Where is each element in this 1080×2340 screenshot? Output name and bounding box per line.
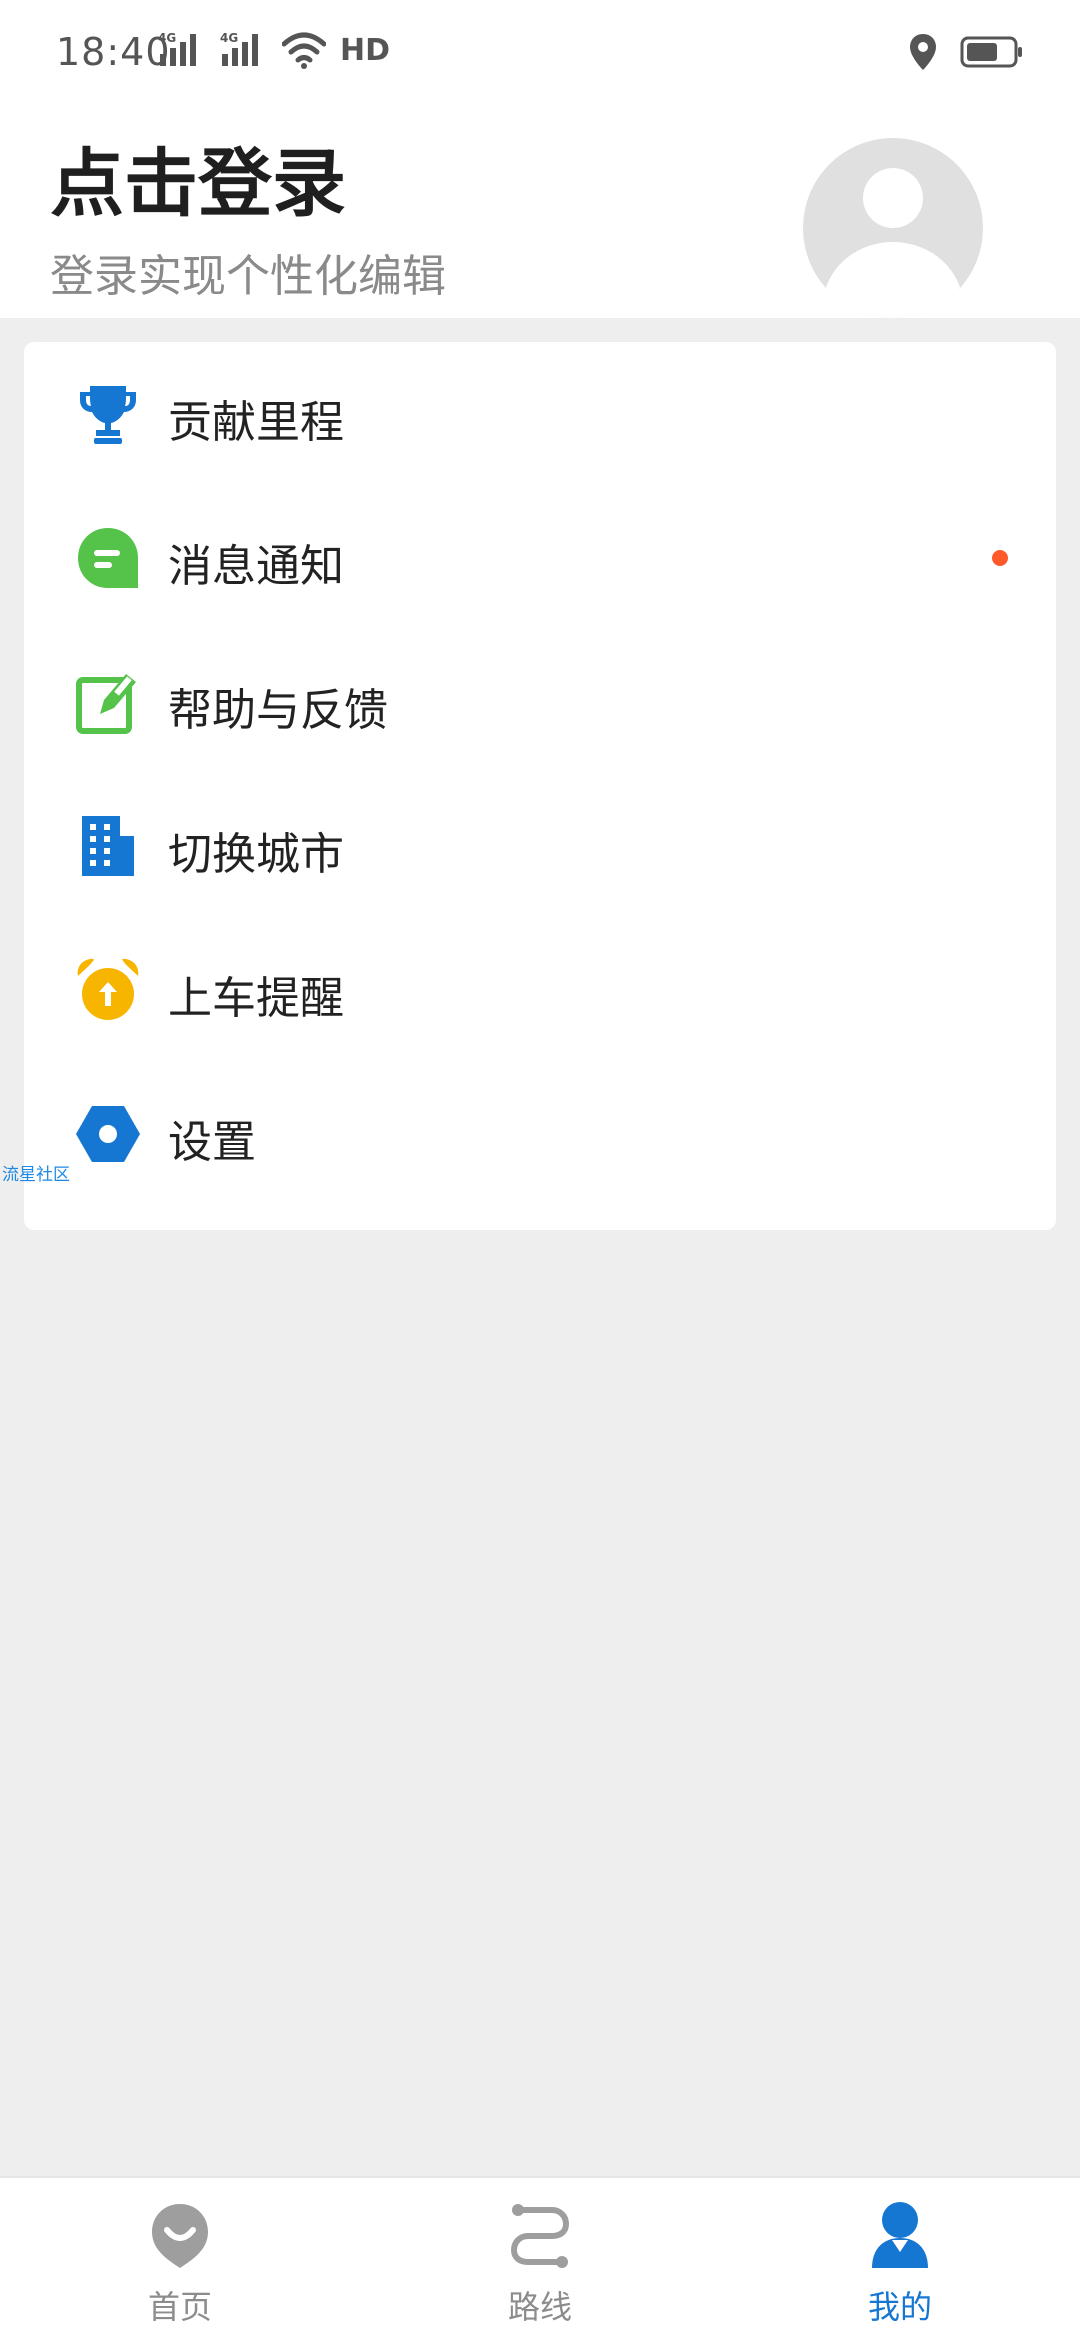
home-face-icon (152, 2204, 208, 2268)
location-icon (910, 34, 936, 70)
status-left-icons: 4G 4G HD (158, 30, 390, 70)
hd-label: HD (340, 32, 391, 68)
settings-hex-icon (76, 1106, 140, 1162)
status-bar: 18:40 4G 4G HD (0, 0, 1080, 108)
menu-card: 贡献里程 消息通知 帮助与反馈 切换城市 上车提醒 设置 (24, 342, 1056, 1230)
avatar[interactable] (803, 138, 983, 318)
menu-item-label: 贡献里程 (168, 397, 344, 448)
screen: 18:40 4G 4G HD 点击登录 登录实现个性化编辑 贡献里程 消息通知 … (0, 0, 1080, 2340)
menu-item-boarding-reminder[interactable]: 上车提醒 (24, 918, 1056, 1062)
trophy-icon (80, 386, 136, 444)
menu-item-label: 设置 (168, 1117, 256, 1168)
menu-item-contribution[interactable]: 贡献里程 (24, 342, 1056, 486)
building-icon (82, 816, 134, 876)
menu-item-label: 消息通知 (168, 541, 344, 592)
bottom-nav: 首页 路线 我的 (0, 2176, 1080, 2340)
tab-label: 路线 (507, 2288, 572, 2326)
login-header[interactable]: 点击登录 登录实现个性化编辑 (0, 108, 1080, 318)
tab-label: 我的 (867, 2288, 932, 2326)
login-subtitle: 登录实现个性化编辑 (50, 251, 446, 302)
route-icon (510, 2204, 570, 2268)
tab-label: 首页 (147, 2288, 212, 2326)
signal-4g-icon: 4G (158, 31, 196, 66)
menu-item-switch-city[interactable]: 切换城市 (24, 774, 1056, 918)
status-time: 18:40 (56, 30, 171, 74)
tab-home[interactable]: 首页 (0, 2178, 360, 2340)
profile-icon (872, 2202, 928, 2268)
status-right-icons (908, 32, 1024, 72)
menu-item-label: 切换城市 (168, 829, 344, 880)
menu-item-label: 上车提醒 (168, 973, 344, 1024)
menu-item-help-feedback[interactable]: 帮助与反馈 (24, 630, 1056, 774)
user-avatar-icon (823, 168, 963, 318)
battery-icon (960, 36, 1022, 68)
menu-item-label: 帮助与反馈 (168, 685, 388, 736)
notification-badge (992, 550, 1008, 566)
watermark: 流星社区 (2, 1165, 70, 1185)
message-icon (78, 528, 138, 588)
menu-item-notifications[interactable]: 消息通知 (24, 486, 1056, 630)
wifi-icon (282, 32, 326, 69)
alarm-clock-icon (77, 958, 139, 1020)
edit-feedback-icon (76, 674, 136, 734)
tab-route[interactable]: 路线 (360, 2178, 720, 2340)
login-title[interactable]: 点击登录 (50, 124, 346, 231)
svg-text:4G: 4G (158, 31, 176, 45)
signal-4g-icon: 4G (220, 31, 258, 66)
tab-mine[interactable]: 我的 (720, 2178, 1080, 2340)
menu-item-settings[interactable]: 设置 (24, 1062, 1056, 1206)
svg-text:4G: 4G (220, 31, 238, 45)
